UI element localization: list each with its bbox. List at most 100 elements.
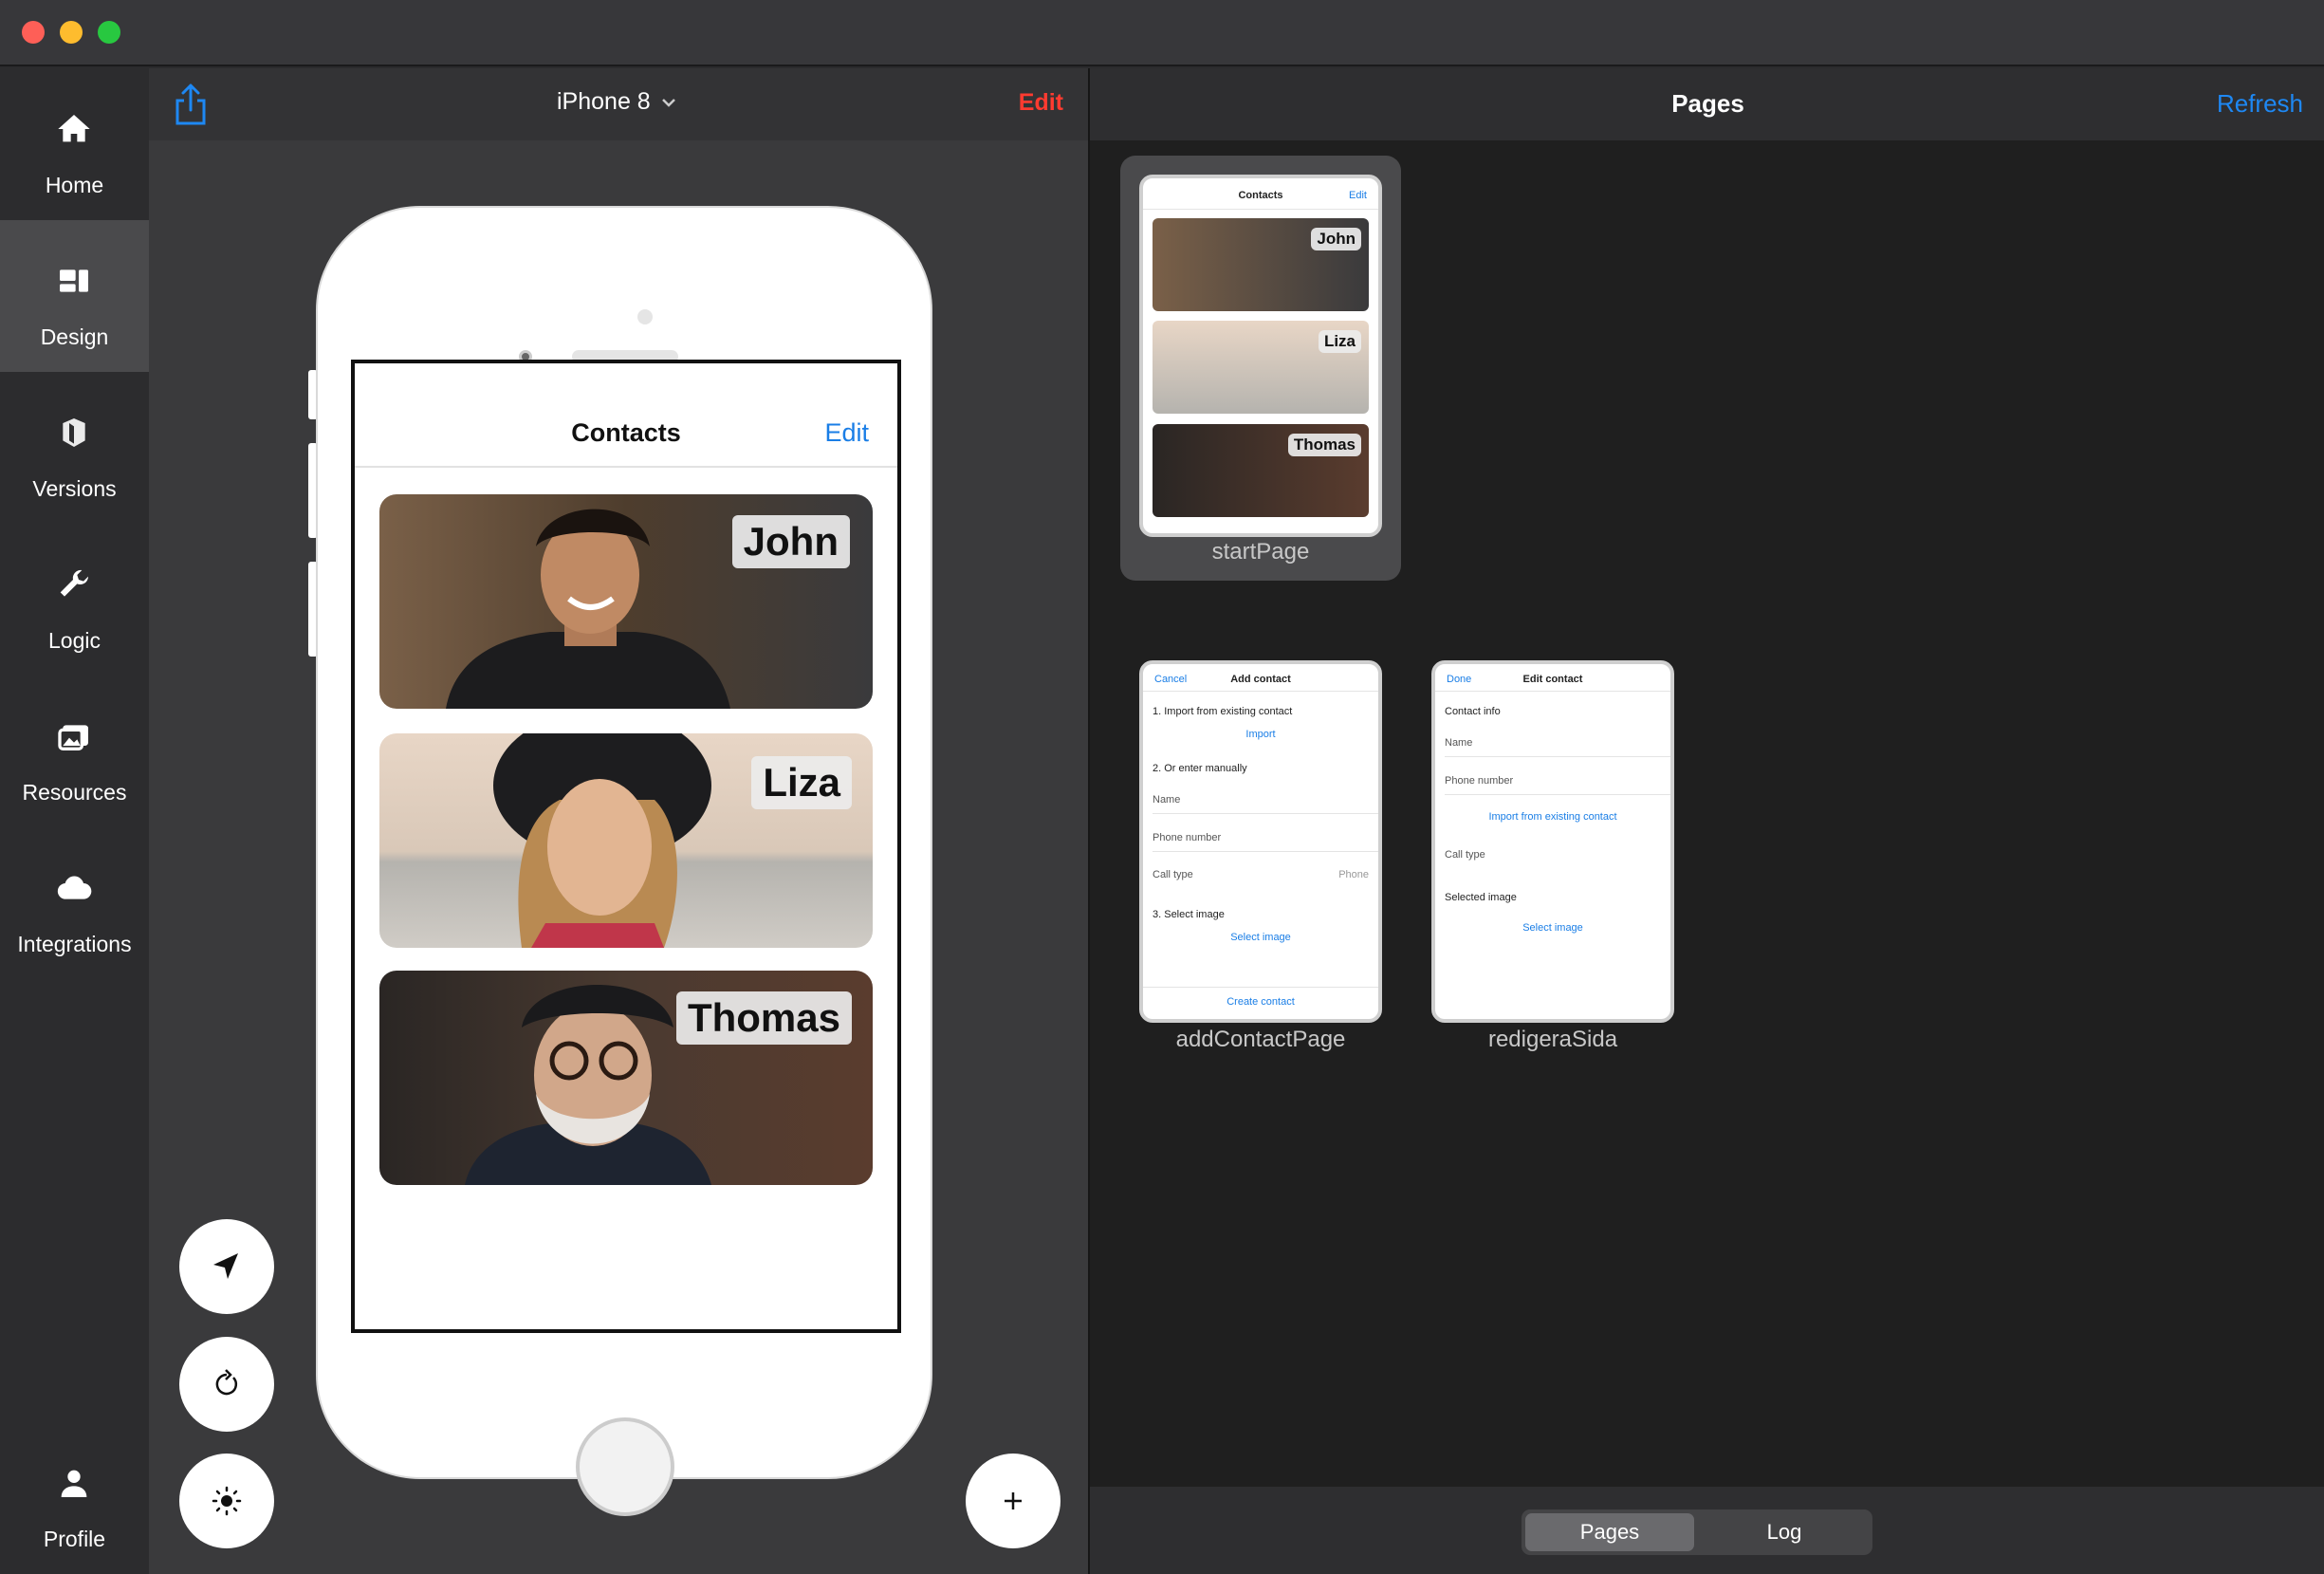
- sidebar-item-home[interactable]: Home: [0, 68, 149, 220]
- mini-field: Phone number: [1445, 775, 1514, 787]
- mini-field: Name: [1445, 737, 1473, 749]
- mini-field: Phone number: [1153, 832, 1222, 843]
- contact-name-tag: Thomas: [675, 991, 852, 1045]
- sidebar-item-versions[interactable]: Versions: [0, 372, 149, 524]
- mini-label: 1. Import from existing contact: [1153, 706, 1293, 717]
- page-preview: Done Edit contact Contact info Name Phon…: [1431, 660, 1674, 1023]
- device-selector[interactable]: iPhone 8: [557, 88, 677, 116]
- cloud-icon: [55, 869, 93, 907]
- page-thumbnail-startpage[interactable]: Contacts Edit John Liza Thomas startPage: [1120, 156, 1401, 581]
- layout-icon: [55, 262, 93, 300]
- close-window-button[interactable]: [22, 21, 45, 44]
- mini-label: Selected image: [1445, 892, 1517, 903]
- mini-divider: [1435, 691, 1670, 692]
- design-editor: iPhone 8 Edit Contacts Edit John Liza Th…: [149, 68, 1088, 1574]
- sidebar-item-resources[interactable]: Resources: [0, 676, 149, 827]
- sidebar-item-label: Logic: [48, 628, 101, 653]
- mini-divider: [1143, 987, 1378, 988]
- phone-screen: Contacts Edit John Liza Thomas: [351, 360, 901, 1333]
- contact-card-thomas[interactable]: Thomas: [379, 971, 873, 1185]
- sidebar-item-profile[interactable]: Profile: [0, 1422, 149, 1574]
- wrench-icon: [55, 565, 93, 603]
- mini-field: Call type: [1153, 869, 1193, 880]
- refresh-button[interactable]: Refresh: [2217, 89, 2303, 119]
- page-thumbnail-addcontactpage[interactable]: Cancel Add contact 1. Import from existi…: [1139, 660, 1382, 1087]
- mini-link: Select image: [1230, 932, 1291, 943]
- person-icon: [55, 1464, 93, 1502]
- sidebar-item-integrations[interactable]: Integrations: [0, 827, 149, 979]
- screen-edit-button[interactable]: Edit: [824, 418, 869, 448]
- window-titlebar: [0, 0, 2324, 66]
- mini-name-tag: Liza: [1318, 330, 1361, 353]
- page-name: startPage: [1211, 539, 1310, 565]
- mini-edit: Edit: [1349, 190, 1367, 201]
- sidebar-item-label: Versions: [32, 476, 117, 501]
- mini-link: Import from existing contact: [1488, 811, 1617, 823]
- mini-title: Contacts: [1238, 190, 1283, 201]
- pages-header: Pages Refresh: [1090, 68, 2324, 140]
- mini-contact-card: Thomas: [1153, 424, 1369, 517]
- mini-contact-card: Liza: [1153, 321, 1369, 414]
- appearance-toggle-button[interactable]: [179, 1454, 274, 1548]
- sidebar-item-logic[interactable]: Logic: [0, 524, 149, 676]
- page-thumbnail-redigerasida[interactable]: Done Edit contact Contact info Name Phon…: [1431, 660, 1674, 1087]
- rotate-icon: [215, 1369, 238, 1396]
- page-name: redigeraSida: [1487, 1027, 1618, 1052]
- sidebar-item-label: Profile: [43, 1527, 106, 1551]
- sun-icon: [212, 1486, 242, 1516]
- device-name: iPhone 8: [557, 88, 651, 115]
- minimize-window-button[interactable]: [60, 21, 83, 44]
- mini-name-tag: John: [1311, 228, 1361, 250]
- plus-icon: [1005, 1492, 1022, 1509]
- tab-pages[interactable]: Pages: [1525, 1513, 1694, 1551]
- location-arrow-icon: [213, 1253, 238, 1279]
- edit-button[interactable]: Edit: [1019, 89, 1063, 117]
- mini-contact-card: John: [1153, 218, 1369, 311]
- pages-title: Pages: [1671, 89, 1744, 118]
- mini-divider: [1445, 794, 1670, 795]
- phone-home-button[interactable]: [576, 1417, 674, 1516]
- mini-divider: [1143, 691, 1378, 692]
- house-icon: [55, 110, 93, 148]
- chevron-down-icon: [661, 98, 675, 107]
- mini-field: Call type: [1445, 849, 1485, 861]
- cube-stack-icon: [55, 414, 93, 452]
- contact-card-john[interactable]: John: [379, 494, 873, 709]
- sidebar: Home Design Versions Logic Resources Int…: [0, 68, 149, 1574]
- contact-name-tag: John: [731, 515, 850, 568]
- page-name: addContactPage: [1175, 1027, 1346, 1052]
- page-preview: Contacts Edit John Liza Thomas: [1139, 175, 1382, 537]
- mini-link: Select image: [1522, 922, 1583, 934]
- mini-label: Contact info: [1445, 706, 1501, 717]
- sidebar-item-label: Integrations: [17, 932, 132, 956]
- screen-navbar: Contacts Edit: [355, 363, 897, 468]
- phone-sensor: [637, 309, 653, 324]
- sidebar-item-design[interactable]: Design: [0, 220, 149, 372]
- mini-label: 2. Or enter manually: [1153, 763, 1247, 774]
- mini-field: Name: [1153, 794, 1181, 806]
- mini-link: Create contact: [1227, 996, 1295, 1008]
- mini-divider: [1153, 851, 1378, 852]
- images-icon: [55, 717, 93, 755]
- screen-title: Contacts: [571, 418, 681, 447]
- share-icon[interactable]: [172, 82, 210, 127]
- mini-value: Phone: [1338, 869, 1369, 880]
- mini-link: Import: [1245, 729, 1276, 740]
- contact-card-liza[interactable]: Liza: [379, 733, 873, 948]
- add-button[interactable]: [966, 1454, 1061, 1548]
- navigate-button[interactable]: [179, 1219, 274, 1314]
- mini-divider: [1445, 756, 1670, 757]
- mini-name-tag: Thomas: [1287, 434, 1361, 456]
- tab-log[interactable]: Log: [1700, 1513, 1869, 1551]
- sidebar-item-label: Resources: [22, 780, 127, 805]
- sidebar-item-label: Home: [45, 173, 104, 197]
- refresh-preview-button[interactable]: [179, 1337, 274, 1432]
- bottom-tabbar: Pages Log: [1090, 1487, 2324, 1574]
- mini-divider: [1153, 813, 1378, 814]
- mini-label: 3. Select image: [1153, 909, 1225, 920]
- pages-panel: Pages Refresh Contacts Edit John Liza Th…: [1088, 68, 2324, 1574]
- page-preview: Cancel Add contact 1. Import from existi…: [1139, 660, 1382, 1023]
- zoom-window-button[interactable]: [98, 21, 120, 44]
- pages-log-segmented-control: Pages Log: [1522, 1509, 1872, 1555]
- mini-title: Add contact: [1230, 674, 1291, 685]
